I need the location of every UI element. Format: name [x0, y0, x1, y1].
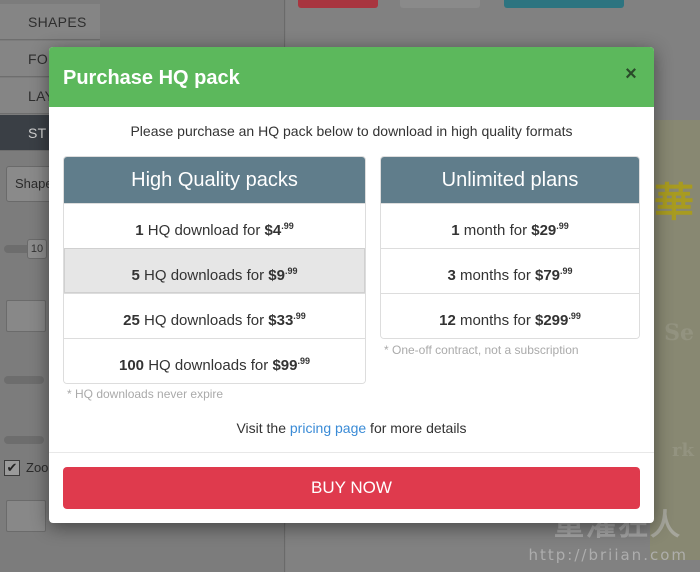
top-red-button[interactable] — [298, 0, 378, 8]
hq-pack-option-25[interactable]: 25 HQ downloads for $33.99 — [64, 293, 365, 338]
word-cloud-preview: 華 Se rk — [650, 120, 700, 560]
option-qty: 25 — [123, 312, 140, 329]
hq-pack-option-5[interactable]: 5 HQ downloads for $9.99 — [64, 248, 365, 293]
option-qty: 1 — [135, 222, 144, 239]
modal-divider — [49, 452, 654, 453]
close-icon[interactable]: × — [622, 64, 640, 84]
watermark-url: http://briian.com — [528, 546, 688, 564]
option-price: $99 — [272, 357, 298, 374]
size-slider-value[interactable]: 10 — [27, 239, 47, 259]
color-box-2[interactable] — [6, 500, 46, 532]
option-price: $29 — [531, 222, 557, 239]
option-qty: 1 — [451, 222, 460, 239]
visit-text-after: for more details — [366, 420, 467, 436]
unlimited-plans-note: * One-off contract, not a subscription — [384, 343, 579, 357]
spacing-slider[interactable] — [4, 436, 44, 444]
visit-pricing-text: Visit the pricing page for more details — [49, 420, 654, 436]
zoom-label: Zoo — [26, 460, 49, 475]
option-cents: .99 — [281, 221, 294, 231]
option-cents: .99 — [293, 311, 306, 321]
hq-packs-note: * HQ downloads never expire — [67, 387, 224, 401]
option-price: $33 — [268, 312, 294, 329]
option-text: HQ downloads for — [144, 357, 273, 374]
purchase-modal: Purchase HQ pack × Please purchase an HQ… — [49, 47, 654, 523]
top-gray-button[interactable] — [400, 0, 480, 8]
option-cents: .99 — [297, 356, 310, 366]
option-price: $9 — [268, 267, 285, 284]
buy-now-button[interactable]: BUY NOW — [63, 467, 640, 509]
option-text: month for — [459, 222, 532, 239]
option-text: HQ download for — [143, 222, 265, 239]
plan-option-1-month[interactable]: 1 month for $29.99 — [381, 203, 639, 248]
option-cents: .99 — [284, 266, 298, 276]
opacity-slider[interactable] — [4, 376, 44, 384]
option-price: $79 — [535, 267, 561, 284]
option-qty: 12 — [439, 312, 456, 329]
pricing-page-link[interactable]: pricing page — [290, 420, 366, 436]
option-text: months for — [455, 267, 535, 284]
option-cents: .99 — [560, 266, 573, 276]
hq-packs-heading: High Quality packs — [64, 157, 365, 203]
option-price: $4 — [264, 222, 282, 239]
option-qty: 3 — [447, 267, 456, 284]
option-cents: .99 — [556, 221, 569, 231]
option-price: $299 — [535, 312, 569, 329]
option-cents: .99 — [568, 311, 581, 321]
hq-packs-panel: High Quality packs 1 HQ download for $4.… — [63, 156, 366, 384]
option-qty: 100 — [119, 357, 145, 374]
plan-option-3-months[interactable]: 3 months for $79.99 — [381, 248, 639, 293]
option-text: months for — [455, 312, 535, 329]
option-text: HQ downloads for — [139, 312, 269, 329]
option-text: HQ downloads for — [139, 267, 269, 284]
unlimited-plans-heading: Unlimited plans — [381, 157, 639, 203]
visit-text-before: Visit the — [236, 420, 290, 436]
plan-option-12-months[interactable]: 12 months for $299.99 — [381, 293, 639, 338]
option-qty: 5 — [131, 267, 140, 284]
hq-pack-option-1[interactable]: 1 HQ download for $4.99 — [64, 203, 365, 248]
modal-header: Purchase HQ pack × — [49, 47, 654, 107]
unlimited-plans-panel: Unlimited plans 1 month for $29.99 3 mon… — [380, 156, 640, 339]
zoom-checkbox[interactable]: ✔ — [4, 460, 20, 476]
top-teal-button[interactable] — [504, 0, 624, 8]
sidebar-tab-shapes[interactable]: SHAPES — [0, 4, 100, 40]
intro-text: Please purchase an HQ pack below to down… — [130, 123, 573, 139]
color-box-1[interactable] — [6, 300, 46, 332]
hq-pack-option-100[interactable]: 100 HQ downloads for $99.99 — [64, 338, 365, 383]
modal-title: Purchase HQ pack — [63, 67, 240, 89]
